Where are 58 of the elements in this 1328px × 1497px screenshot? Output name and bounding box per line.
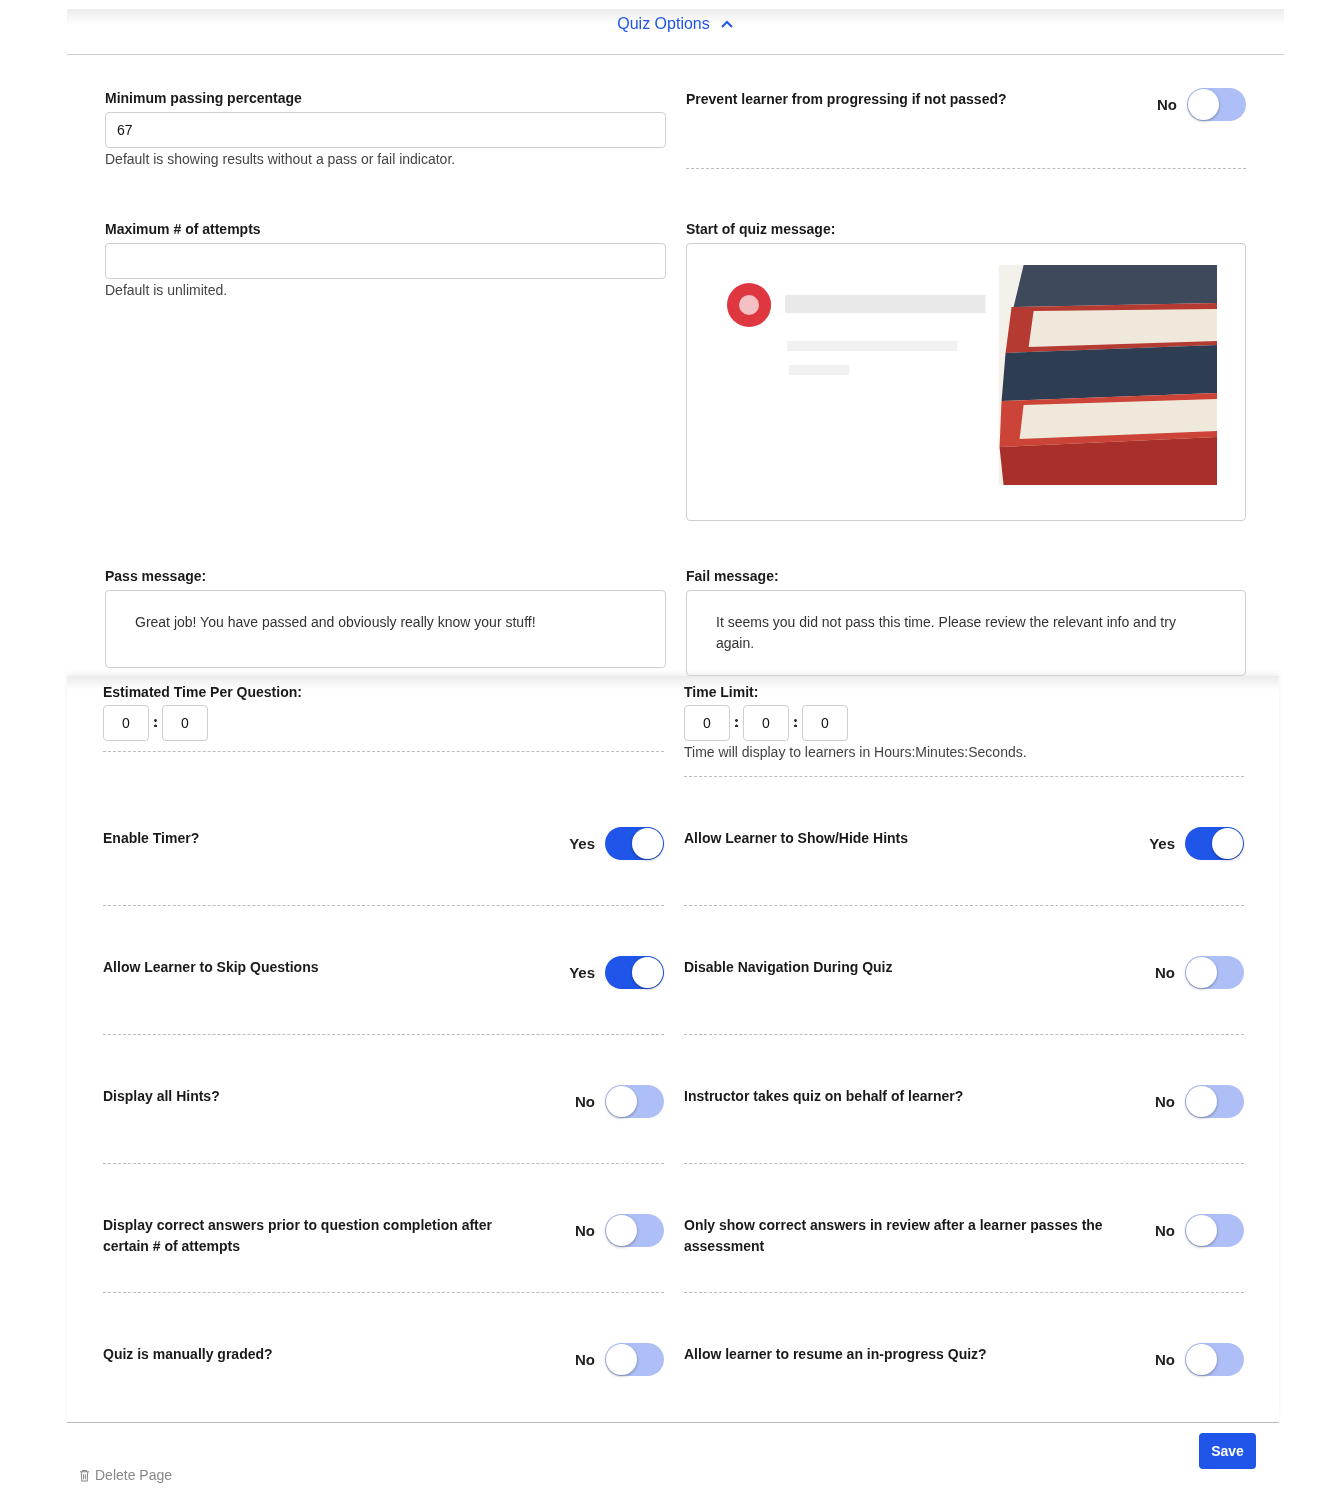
toggle-switch[interactable] [605, 956, 664, 989]
time-input[interactable]: 0 [802, 705, 848, 741]
time-input[interactable]: 0 [162, 705, 208, 741]
field-label: Start of quiz message: [686, 220, 837, 238]
delete-page-button[interactable]: Delete Page [79, 1467, 173, 1483]
time-input[interactable]: 0 [743, 705, 789, 741]
toggle-state-text: Yes [569, 835, 595, 852]
message-editor[interactable]: Great job! You have passed and obviously really know your stuff! [105, 590, 666, 668]
toggle-state-text: No [1157, 96, 1177, 113]
toggle-switch[interactable] [605, 827, 664, 860]
toggle-switch[interactable] [605, 1085, 664, 1118]
field-label: Fail message: [686, 567, 780, 585]
toggle-state-text: No [1155, 1351, 1175, 1368]
setting-label: Quiz is manually graded? [103, 1345, 273, 1364]
toggle-state-text: No [575, 1093, 595, 1110]
toggle-state-text: No [1155, 964, 1175, 981]
setting-label: Allow Learner to Skip Questions [103, 958, 319, 977]
field-label: Estimated Time Per Question: [103, 683, 303, 701]
time-input[interactable]: 0 [103, 705, 149, 741]
message-editor[interactable] [686, 243, 1246, 521]
toggle-state-text: No [1155, 1222, 1175, 1239]
toggle-state-text: Yes [1149, 835, 1175, 852]
field-label: Pass message: [105, 567, 208, 585]
setting-label: Prevent learner from progressing if not passed? [686, 90, 1007, 109]
setting-label: Instructor takes quiz on behalf of learner? [684, 1087, 964, 1106]
time-input[interactable]: 0 [684, 705, 730, 741]
toggle-switch[interactable] [1185, 827, 1244, 860]
setting-label: Only show correct answers in review after a learner passes the assessment [684, 1216, 1104, 1256]
setting-label: Allow Learner to Show/Hide Hints [684, 829, 909, 848]
field-label: Minimum passing percentage [105, 89, 303, 107]
trash-icon [79, 1468, 90, 1482]
field-label: Time Limit: [684, 683, 760, 701]
setting-label: Enable Timer? [103, 829, 200, 848]
toggle-state-text: No [575, 1351, 595, 1368]
quiz-options-toggle[interactable]: Quiz Options [613, 12, 738, 36]
toggle-state-text: No [575, 1222, 595, 1239]
setting-label: Display correct answers prior to question completion after certain # of attempts [103, 1216, 493, 1256]
toggle-state-text: Yes [569, 964, 595, 981]
toggle-switch[interactable] [1187, 88, 1246, 121]
input-field[interactable]: 67 [105, 112, 666, 148]
toggle-switch[interactable] [1185, 1085, 1244, 1118]
setting-label: Display all Hints? [103, 1087, 220, 1106]
input-field[interactable] [105, 243, 666, 279]
toggle-switch[interactable] [1185, 1343, 1244, 1376]
help-text: Default is unlimited. [105, 282, 229, 298]
save-button[interactable]: Save [1199, 1433, 1256, 1469]
toggle-switch[interactable] [1185, 956, 1244, 989]
setting-label: Disable Navigation During Quiz [684, 958, 893, 977]
field-label: Maximum # of attempts [105, 220, 262, 238]
help-text: Time will display to learners in Hours:Minutes:Seconds. [684, 744, 1028, 760]
toggle-state-text: No [1155, 1093, 1175, 1110]
toggle-switch[interactable] [605, 1343, 664, 1376]
help-text: Default is showing results without a pass or fail indicator. [105, 151, 457, 167]
setting-label: Allow learner to resume an in-progress Quiz? [684, 1345, 987, 1364]
toggle-switch[interactable] [1185, 1214, 1244, 1247]
message-editor[interactable]: It seems you did not pass this time. Please review the relevant info and try again. [686, 590, 1246, 676]
toggle-switch[interactable] [605, 1214, 664, 1247]
chevron-icon [719, 19, 734, 29]
